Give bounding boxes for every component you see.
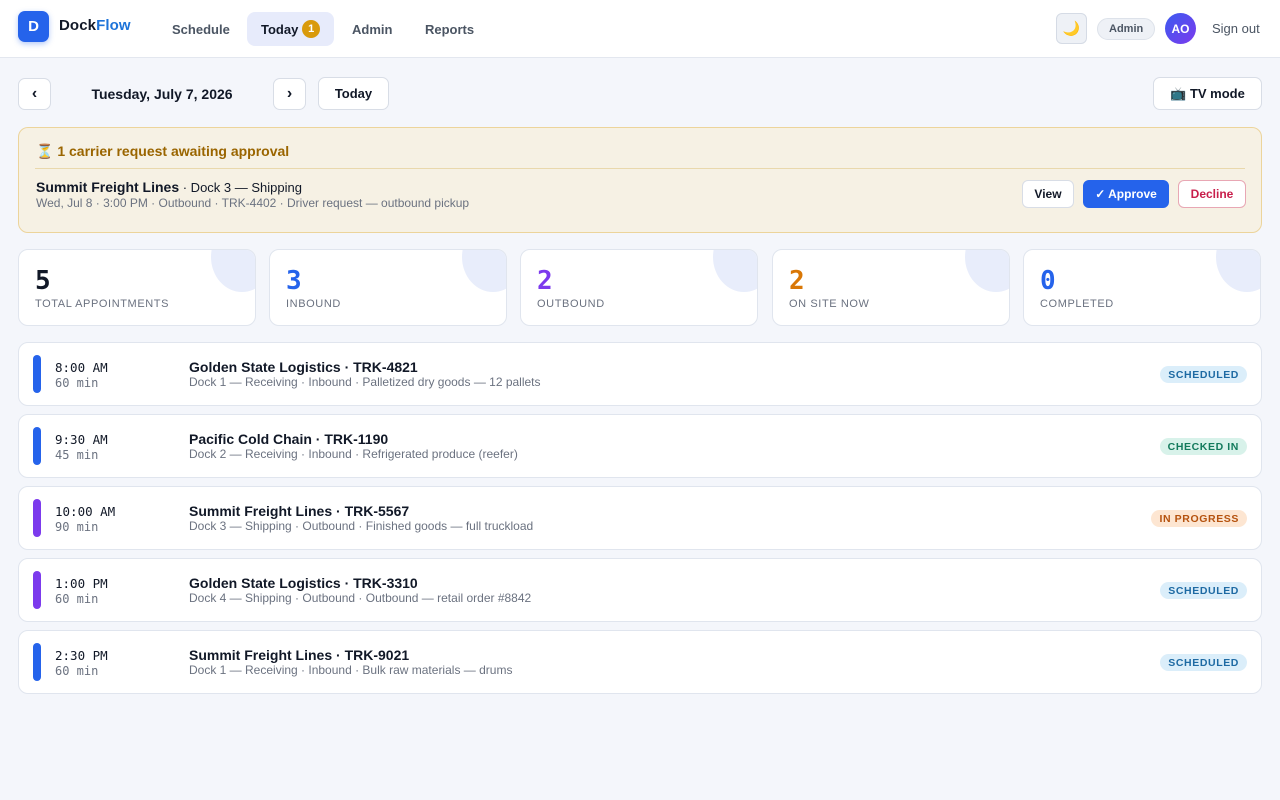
appointment-type-bar — [33, 571, 41, 609]
avatar[interactable]: AO — [1165, 13, 1196, 44]
appointment-row[interactable]: 2:30 PM 60 min Summit Freight Lines · TRK-… — [18, 630, 1262, 694]
status-badge: IN PROGRESS — [1151, 510, 1247, 527]
app-logo[interactable]: D — [18, 11, 49, 42]
status-badge: CHECKED IN — [1159, 438, 1247, 455]
top-bar: D DockFlow Schedule Today 1 Admin Report… — [0, 0, 1280, 58]
brand-name-part1: Dock — [59, 17, 97, 34]
nav-reports[interactable]: Reports — [411, 12, 488, 46]
stat-decoration — [1216, 250, 1260, 292]
request-carrier: Summit Freight Lines — [36, 179, 180, 195]
appointment-type-bar — [33, 643, 41, 681]
sign-out-link[interactable]: Sign out — [1212, 21, 1260, 36]
appointment-row[interactable]: 9:30 AM 45 min Pacific Cold Chain · TRK-11… — [18, 414, 1262, 478]
request-details: Wed, Jul 8 · 3:00 PM · Outbound · TRK-44… — [36, 196, 470, 210]
approval-title: ⏳ 1 carrier request awaiting approval — [36, 143, 290, 159]
appointment-time: 10:00 AM — [55, 504, 116, 519]
decline-button[interactable]: Decline — [1178, 180, 1246, 208]
stat-value: 0 — [1040, 266, 1056, 296]
today-button[interactable]: Today — [318, 77, 389, 110]
theme-toggle-button[interactable]: 🌙 — [1056, 13, 1087, 44]
approval-banner: ⏳ 1 carrier request awaiting approval Su… — [18, 127, 1262, 233]
nav-reports-label: Reports — [425, 21, 475, 37]
appointment-details: Dock 1 — Receiving · Inbound · Palletize… — [189, 375, 541, 389]
nav-today-badge: 1 — [302, 20, 320, 38]
stat-decoration — [211, 250, 255, 292]
status-badge: SCHEDULED — [1160, 366, 1247, 383]
brand-name[interactable]: DockFlow — [59, 17, 131, 34]
stat-value: 2 — [789, 266, 805, 296]
stat-label: COMPLETED — [1040, 298, 1114, 310]
appointment-row[interactable]: 8:00 AM 60 min Golden State Logistics · TR… — [18, 342, 1262, 406]
appointment-details: Dock 2 — Receiving · Inbound · Refrigera… — [189, 447, 518, 461]
approval-divider — [35, 168, 1245, 169]
appointment-title: Summit Freight Lines · TRK-5567 — [189, 503, 410, 519]
chevron-left-icon: ‹ — [31, 85, 38, 102]
appointment-details: Dock 3 — Shipping · Outbound · Finished … — [189, 519, 534, 533]
status-badge: SCHEDULED — [1160, 654, 1247, 671]
appointment-time: 2:30 PM — [55, 648, 108, 663]
chevron-right-icon: › — [286, 85, 293, 102]
stat-decoration — [965, 250, 1009, 292]
stat-completed: 0 COMPLETED — [1023, 249, 1261, 326]
role-badge: Admin — [1097, 18, 1156, 40]
appointment-title: Golden State Logistics · TRK-3310 — [189, 575, 418, 591]
nav-admin-label: Admin — [352, 21, 393, 37]
stat-label: OUTBOUND — [537, 298, 605, 310]
stat-value: 3 — [286, 266, 302, 296]
appointment-time: 8:00 AM — [55, 360, 108, 375]
nav-today[interactable]: Today 1 — [247, 12, 334, 46]
appointment-row[interactable]: 1:00 PM 60 min Golden State Logistics · TR… — [18, 558, 1262, 622]
stat-decoration — [462, 250, 506, 292]
stat-value: 2 — [537, 266, 553, 296]
status-badge: SCHEDULED — [1160, 582, 1247, 599]
stat-total-appointments: 5 TOTAL APPOINTMENTS — [18, 249, 256, 326]
stat-label: ON SITE NOW — [789, 298, 870, 310]
moon-icon: 🌙 — [1062, 20, 1081, 36]
stat-on-site-now: 2 ON SITE NOW — [772, 249, 1010, 326]
request-dock: · Dock 3 — Shipping — [179, 180, 302, 195]
appointment-details: Dock 4 — Shipping · Outbound · Outbound … — [189, 591, 532, 605]
appointment-duration: 60 min — [55, 592, 99, 606]
current-date: Tuesday, July 7, 2026 — [91, 86, 233, 102]
stat-decoration — [713, 250, 757, 292]
nav-schedule[interactable]: Schedule — [158, 12, 244, 46]
appointment-duration: 60 min — [55, 376, 99, 390]
nav-admin[interactable]: Admin — [338, 12, 406, 46]
appointment-details: Dock 1 — Receiving · Inbound · Bulk raw … — [189, 663, 513, 677]
appointment-type-bar — [33, 355, 41, 393]
appointment-title: Summit Freight Lines · TRK-9021 — [189, 647, 410, 663]
prev-day-button[interactable]: ‹ — [18, 78, 51, 110]
next-day-button[interactable]: › — [273, 78, 306, 110]
stat-label: INBOUND — [286, 298, 341, 310]
stat-label: TOTAL APPOINTMENTS — [35, 298, 170, 310]
appointment-type-bar — [33, 499, 41, 537]
nav-today-label: Today — [261, 21, 299, 37]
appointment-title: Golden State Logistics · TRK-4821 — [189, 359, 418, 375]
appointment-time: 9:30 AM — [55, 432, 108, 447]
appointment-title: Pacific Cold Chain · TRK-1190 — [189, 431, 389, 447]
request-summary: Summit Freight Lines · Dock 3 — Shipping — [36, 179, 302, 195]
stat-outbound: 2 OUTBOUND — [520, 249, 758, 326]
nav-schedule-label: Schedule — [172, 21, 230, 37]
approve-button[interactable]: ✓ Approve — [1083, 180, 1169, 208]
stat-inbound: 3 INBOUND — [269, 249, 507, 326]
appointment-time: 1:00 PM — [55, 576, 108, 591]
brand-name-part2: Flow — [96, 17, 131, 34]
appointment-duration: 45 min — [55, 448, 99, 462]
tv-mode-button[interactable]: 📺 TV mode — [1153, 77, 1262, 110]
appointment-duration: 90 min — [55, 520, 99, 534]
stat-value: 5 — [35, 266, 51, 296]
view-request-button[interactable]: View — [1022, 180, 1074, 208]
appointment-type-bar — [33, 427, 41, 465]
appointment-duration: 60 min — [55, 664, 99, 678]
appointment-row[interactable]: 10:00 AM 90 min Summit Freight Lines · TRK… — [18, 486, 1262, 550]
